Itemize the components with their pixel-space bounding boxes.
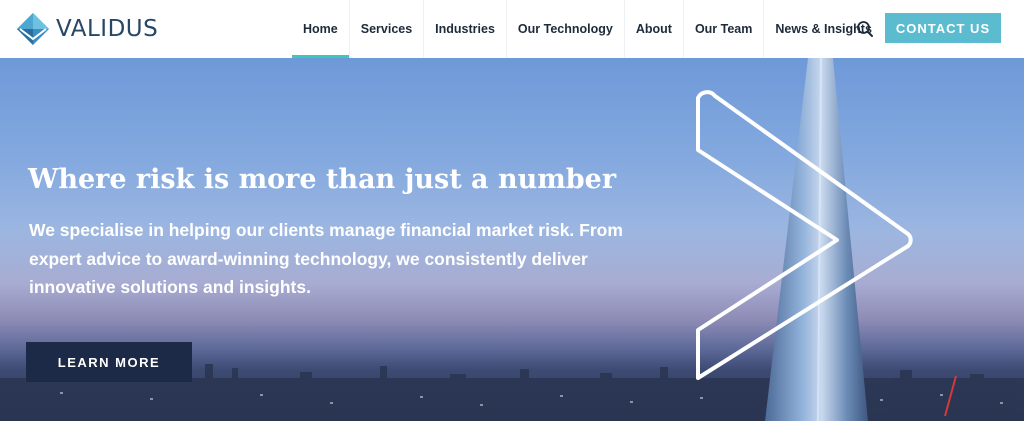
nav-item-services[interactable]: Services — [350, 0, 425, 58]
logo[interactable]: VALIDUS — [16, 12, 158, 46]
hero-section: Where risk is more than just a number We… — [0, 58, 1024, 421]
nav-item-about[interactable]: About — [625, 0, 684, 58]
nav-item-our-technology[interactable]: Our Technology — [507, 0, 625, 58]
nav-item-industries[interactable]: Industries — [424, 0, 507, 58]
nav-item-our-team[interactable]: Our Team — [684, 0, 765, 58]
contact-us-button[interactable]: CONTACT US — [885, 13, 1001, 43]
main-nav: Home Services Industries Our Technology … — [292, 0, 883, 58]
learn-more-button[interactable]: LEARN MORE — [26, 342, 192, 382]
hero-subtext: We specialise in helping our clients man… — [29, 220, 623, 297]
search-icon[interactable] — [856, 20, 874, 38]
brand-name: VALIDUS — [56, 16, 159, 42]
site-header: VALIDUS Home Services Industries Our Tec… — [0, 0, 1024, 59]
hero-headline: Where risk is more than just a number — [28, 164, 617, 195]
diamond-logo-icon — [17, 13, 49, 45]
nav-item-home[interactable]: Home — [292, 0, 350, 58]
